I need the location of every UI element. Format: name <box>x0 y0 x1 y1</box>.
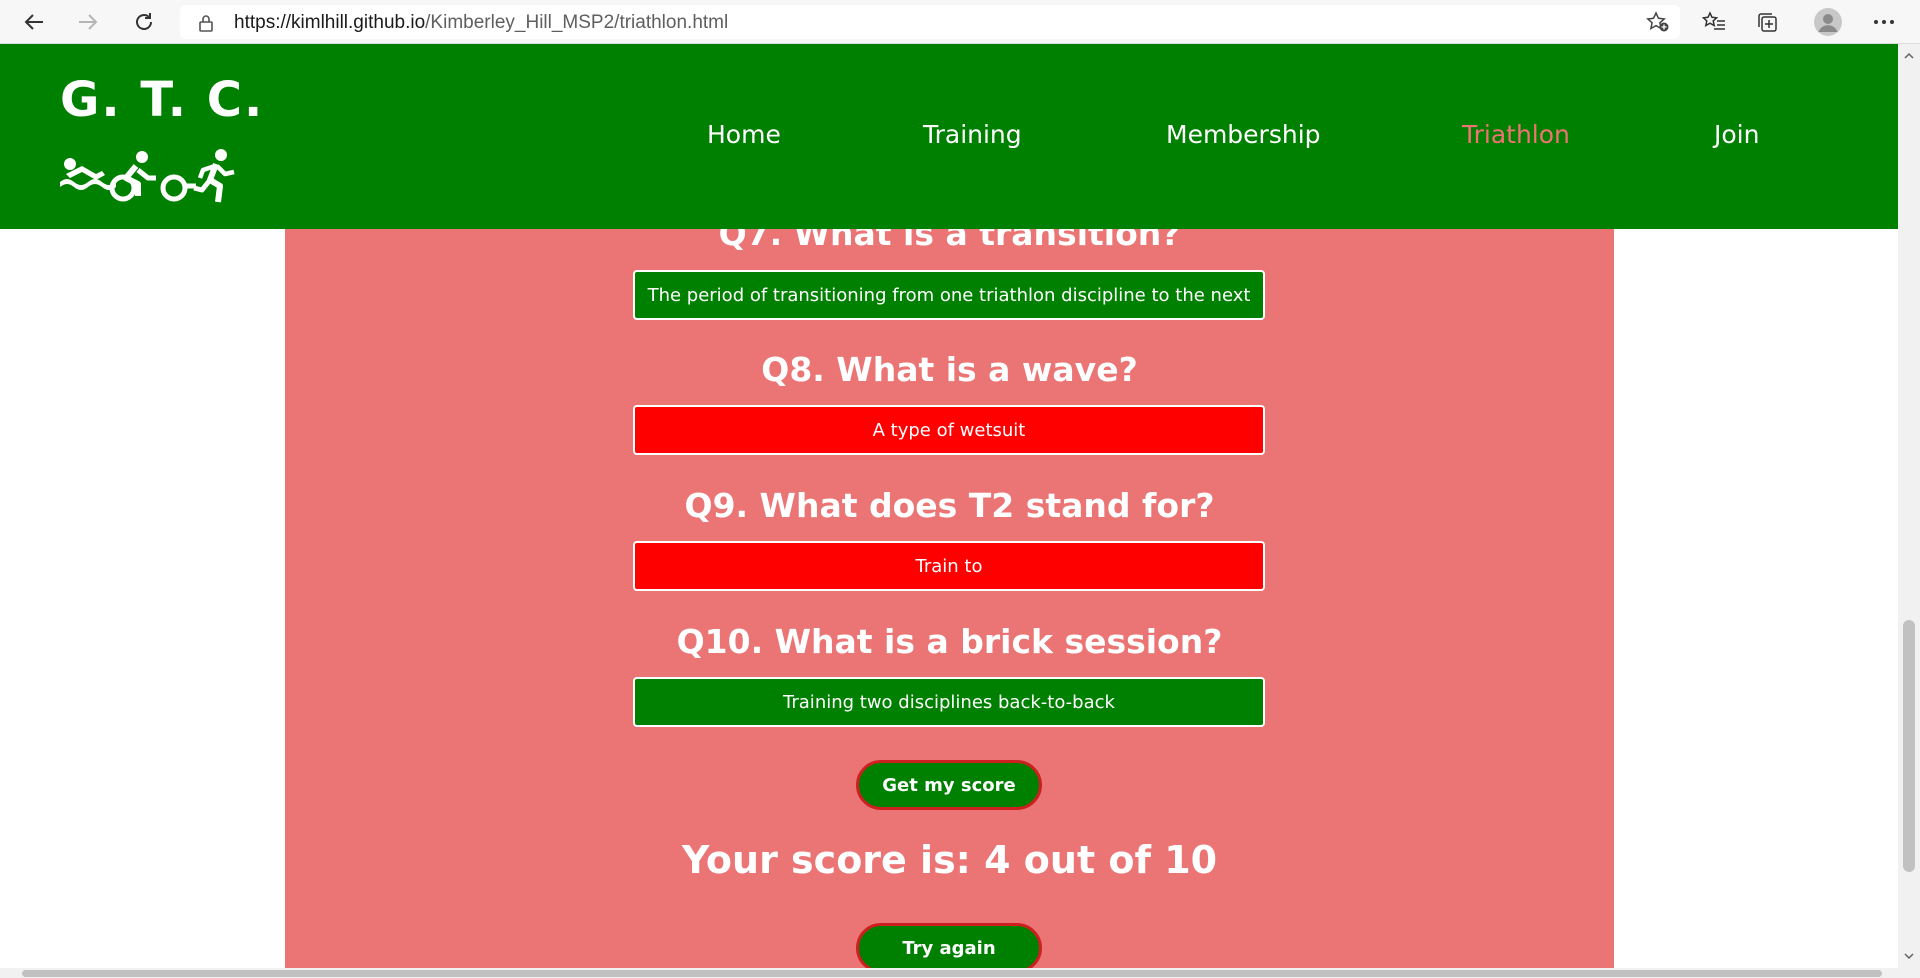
get-score-button[interactable]: Get my score <box>856 760 1042 810</box>
forward-icon[interactable] <box>72 6 104 38</box>
nav-membership[interactable]: Membership <box>1166 120 1321 149</box>
question-title: Q10. What is a brick session? <box>676 622 1223 661</box>
url-text: https://kimlhill.github.io/Kimberley_Hil… <box>234 12 729 33</box>
page-viewport: Q7. What is a transition? The period of … <box>0 44 1898 968</box>
lock-icon[interactable] <box>198 14 214 36</box>
scrollbar-corner <box>1898 968 1920 978</box>
vertical-scroll-thumb[interactable] <box>1903 620 1915 872</box>
more-icon[interactable] <box>1868 6 1900 38</box>
address-bar[interactable]: https://kimlhill.github.io/Kimberley_Hil… <box>180 5 1680 39</box>
favorites-icon[interactable] <box>1698 6 1730 38</box>
collections-icon[interactable] <box>1752 6 1784 38</box>
answer-button[interactable]: The period of transitioning from one tri… <box>633 270 1265 320</box>
back-icon[interactable] <box>18 6 50 38</box>
nav-home[interactable]: Home <box>707 120 781 149</box>
answer-button[interactable]: Train to <box>633 541 1265 591</box>
answer-button[interactable]: Training two disciplines back-to-back <box>633 677 1265 727</box>
scroll-down-icon[interactable] <box>1903 950 1915 962</box>
horizontal-scrollbar[interactable] <box>0 968 1898 978</box>
favorite-add-icon[interactable] <box>1646 11 1670 37</box>
profile-icon[interactable] <box>1812 6 1844 38</box>
nav-join[interactable]: Join <box>1714 120 1759 149</box>
browser-toolbar: https://kimlhill.github.io/Kimberley_Hil… <box>0 0 1920 44</box>
main-nav: Home Training Membership Triathlon Join <box>0 120 1898 160</box>
site-header: G. T. C. Home Training Membership Triath… <box>0 44 1898 229</box>
refresh-icon[interactable] <box>128 6 160 38</box>
score-text: Your score is: 4 out of 10 <box>681 838 1218 882</box>
nav-training[interactable]: Training <box>923 120 1022 149</box>
vertical-scrollbar[interactable] <box>1898 44 1920 968</box>
horizontal-scroll-thumb[interactable] <box>22 970 1882 977</box>
try-again-button[interactable]: Try again <box>856 923 1042 968</box>
question-title: Q8. What is a wave? <box>761 350 1138 389</box>
swimmer-icon <box>60 158 116 190</box>
answer-button[interactable]: A type of wetsuit <box>633 405 1265 455</box>
question-title: Q9. What does T2 stand for? <box>684 486 1215 525</box>
scroll-up-icon[interactable] <box>1903 50 1915 62</box>
nav-triathlon[interactable]: Triathlon <box>1462 120 1570 149</box>
